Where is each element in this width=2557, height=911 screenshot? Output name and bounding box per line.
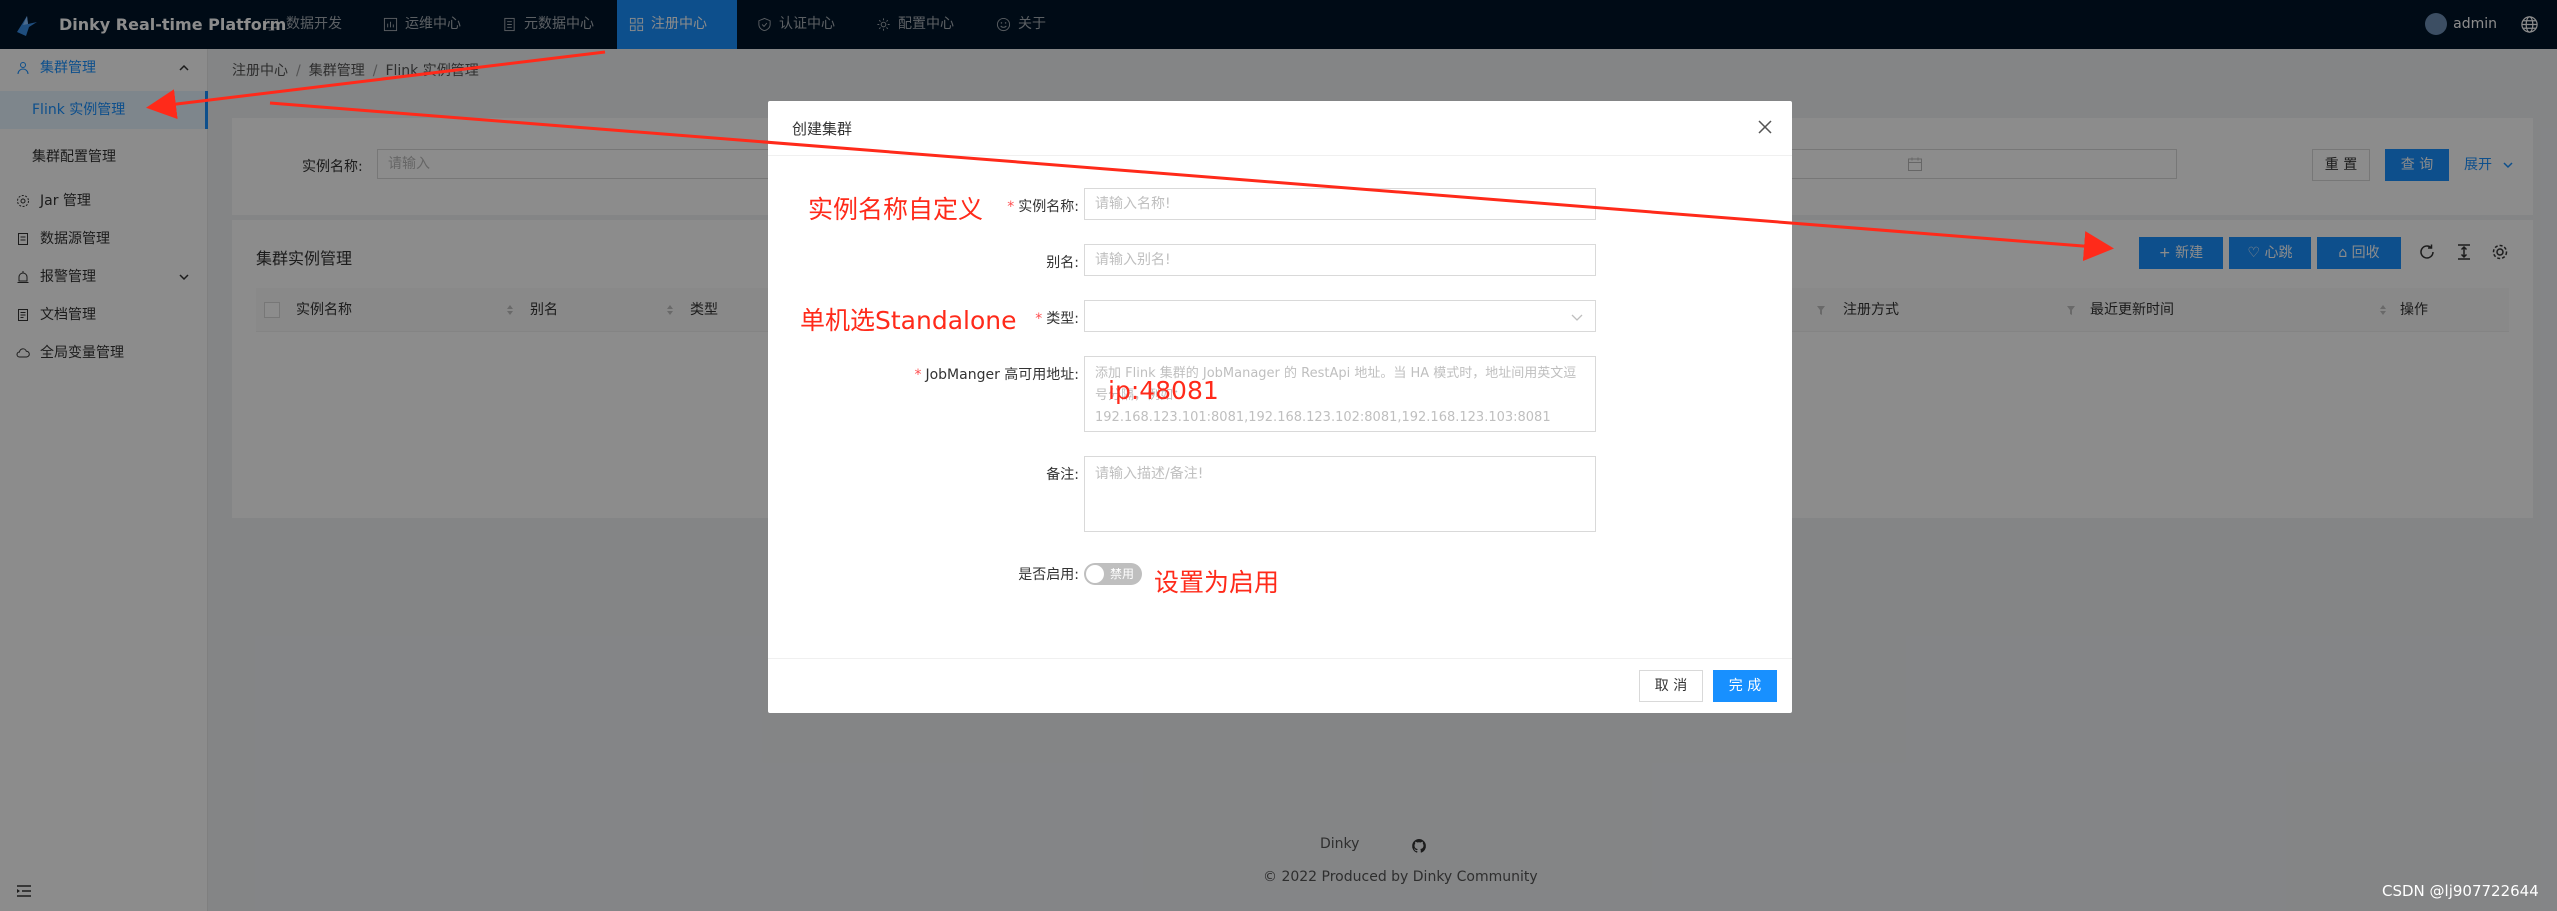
enabled-field-label: 是否启用: [1018, 567, 1079, 583]
name-field-label: * 实例名称: [1007, 199, 1079, 215]
watermark: CSDN @lj907722644 [2382, 882, 2539, 900]
cancel-button[interactable]: 取 消 [1639, 670, 1703, 702]
close-icon[interactable] [1756, 118, 1774, 136]
note-field-label: 备注: [1046, 467, 1079, 483]
annotation-enable: 设置为启用 [1154, 568, 1280, 597]
note-textarea[interactable]: 请输入描述/备注! [1084, 456, 1596, 532]
type-select[interactable] [1084, 300, 1596, 332]
finish-button[interactable]: 完 成 [1713, 670, 1777, 702]
switch-knob [1086, 565, 1104, 583]
hosts-field-label: * JobManger 高可用地址: [914, 367, 1079, 383]
modal-header: 创建集群 [768, 101, 1792, 156]
create-cluster-modal: 创建集群 * 实例名称: 请输入名称! 别名: 请输入别名! * 类型: * JobM… [768, 101, 1792, 713]
chevron-down-icon [1571, 314, 1583, 321]
enabled-switch[interactable]: 禁用 [1084, 563, 1142, 585]
annotation-type: 单机选Standalone [800, 306, 1017, 335]
modal-title: 创建集群 [792, 120, 853, 138]
annotation-hosts: ip:48081 [1108, 376, 1219, 405]
type-field-label: * 类型: [1035, 311, 1079, 327]
annotation-name: 实例名称自定义 [808, 195, 984, 224]
alias-field-label: 别名: [1046, 255, 1079, 271]
alias-input[interactable]: 请输入别名! [1084, 244, 1596, 276]
modal-footer: 取 消 完 成 [768, 658, 1792, 713]
switch-text: 禁用 [1110, 567, 1135, 581]
instance-name-input[interactable]: 请输入名称! [1084, 188, 1596, 220]
